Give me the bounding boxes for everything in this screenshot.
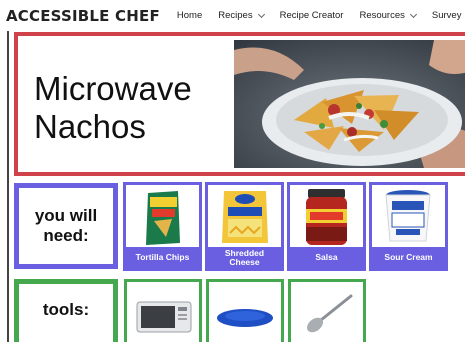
brand-logo[interactable]: ACCESSIBLE CHEF (6, 7, 160, 25)
tool-card-spoon[interactable] (288, 279, 366, 342)
chevron-down-icon (257, 10, 265, 18)
ingredient-card-salsa[interactable]: Salsa (287, 182, 366, 271)
blue-plate-image (209, 282, 281, 342)
recipe-title-line1: Microwave (34, 70, 192, 107)
tostitos-bag-image (126, 185, 199, 250)
sour-cream-tub-image (372, 185, 445, 250)
nav-recipes-label: Recipes (218, 10, 253, 21)
spoon-image (291, 282, 363, 342)
top-nav: ACCESSIBLE CHEF Home Recipes Recipe Crea… (0, 0, 465, 31)
salsa-jar-image (290, 185, 363, 250)
ingredient-card-shredded-cheese[interactable]: Shredded Cheese (205, 182, 284, 271)
tool-card-microwave[interactable] (124, 279, 202, 342)
recipe-title: Microwave Nachos (34, 70, 192, 146)
recipe-hero: Microwave Nachos (14, 32, 465, 176)
nav-home[interactable]: Home (177, 10, 202, 21)
nav-survey[interactable]: Survey (432, 10, 462, 21)
nav-resources[interactable]: Resources (359, 10, 417, 21)
nav-home-label: Home (176, 10, 203, 21)
chevron-down-icon (409, 10, 417, 18)
tools-label: tools: (14, 279, 118, 342)
nav-survey-label: Survey (431, 10, 462, 21)
ingredient-card-sour-cream[interactable]: Sour Cream (369, 182, 448, 271)
nav-recipes[interactable]: Recipes (218, 10, 265, 21)
nav-recipe-creator[interactable]: Recipe Creator (280, 10, 344, 21)
microwave-image (127, 282, 199, 342)
ingredient-caption: Sour Cream (372, 247, 445, 268)
ingredient-card-tortilla-chips[interactable]: Tortilla Chips (123, 182, 202, 271)
nav-recipe-creator-label: Recipe Creator (279, 10, 344, 21)
nachos-plate-photo (234, 40, 465, 168)
ingredients-label-line2: need: (43, 226, 89, 245)
ingredients-label: you will need: (14, 183, 118, 269)
ingredient-caption: Shredded Cheese (208, 247, 281, 268)
nav-resources-label: Resources (359, 10, 405, 21)
ingredients-label-line1: you will (34, 206, 98, 225)
recipe-title-line2: Nachos (34, 108, 146, 145)
ingredient-caption: Tortilla Chips (126, 247, 199, 268)
tool-card-plate[interactable] (206, 279, 284, 342)
ingredient-caption: Salsa (290, 247, 363, 268)
left-divider (7, 31, 9, 342)
ingredient-caption-line2: Cheese (229, 256, 260, 267)
kraft-cheese-bag-image (208, 185, 281, 250)
